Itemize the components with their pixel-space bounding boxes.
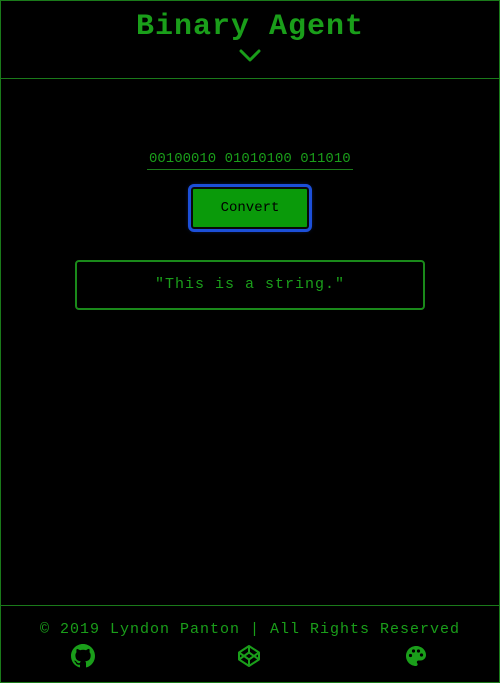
output-box: "This is a string." bbox=[75, 260, 425, 310]
binary-input[interactable] bbox=[147, 149, 353, 169]
binary-input-wrapper bbox=[147, 149, 353, 170]
page-title: Binary Agent bbox=[135, 10, 365, 44]
github-icon bbox=[71, 644, 95, 668]
header: Binary Agent bbox=[0, 0, 500, 79]
converter-panel: Convert "This is a string." bbox=[0, 79, 500, 604]
output-text: "This is a string." bbox=[154, 276, 346, 293]
palette-icon bbox=[406, 646, 426, 666]
convert-button[interactable]: Convert bbox=[188, 184, 312, 232]
copyright-text: © 2019 Lyndon Panton | All Rights Reserv… bbox=[39, 621, 461, 638]
footer: © 2019 Lyndon Panton | All Rights Reserv… bbox=[0, 605, 500, 683]
palette-link[interactable] bbox=[404, 644, 428, 668]
codepen-icon bbox=[238, 645, 260, 667]
github-link[interactable] bbox=[71, 644, 95, 668]
chevron-down-icon[interactable] bbox=[239, 49, 261, 63]
codepen-link[interactable] bbox=[237, 644, 261, 668]
